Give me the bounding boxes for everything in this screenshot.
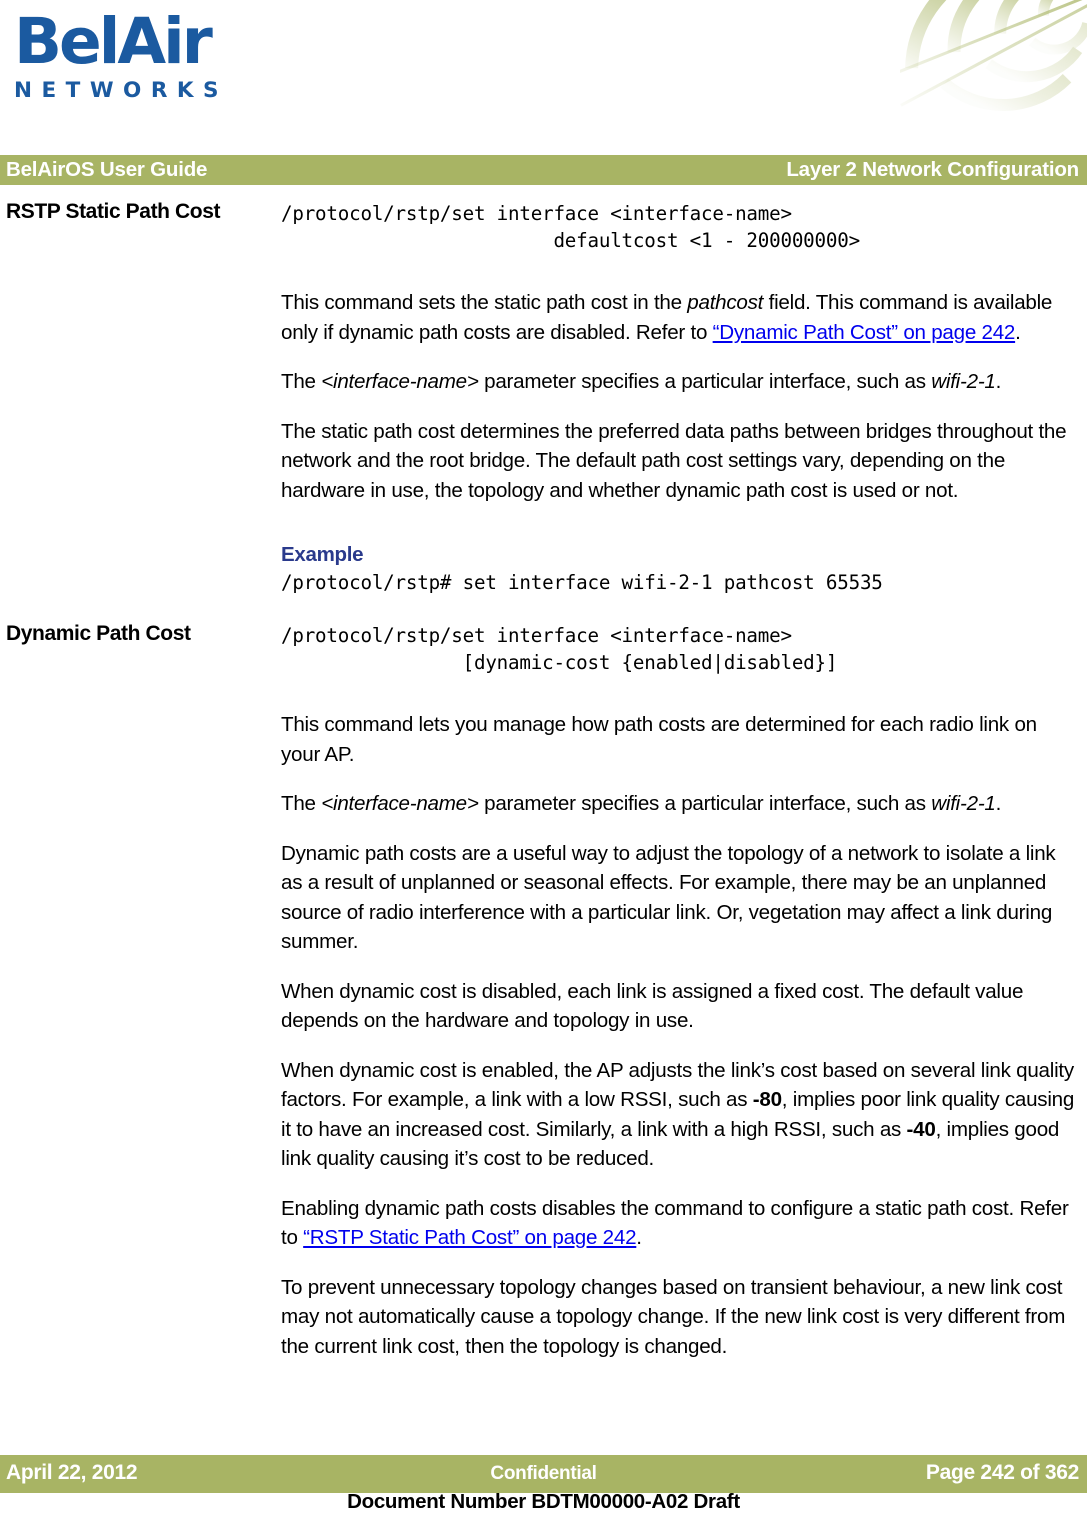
text-fragment: .: [995, 370, 1002, 393]
paragraph-transient-behaviour: To prevent unnecessary topology changes …: [281, 1275, 1066, 1358]
italic-wifi-2-1: wifi-2-1: [931, 792, 996, 815]
paragraph-dynamic-cost-enabled: When dynamic cost is enabled, the AP adj…: [281, 1056, 1081, 1174]
section-rstp-static-path-cost: RSTP Static Path Cost /protocol/rstp/set…: [0, 200, 1087, 596]
paragraph-static-path-cost-details: The static path cost determines the pref…: [281, 419, 1067, 502]
header-document-title: BelAirOS User Guide: [6, 158, 208, 181]
footer-document-number: Document Number BDTM00000-A02 Draft: [347, 1490, 740, 1513]
logo-wordmark: BelAir: [14, 5, 213, 78]
section-body-rstp-static-path-cost: /protocol/rstp/set interface <interface-…: [281, 200, 1081, 596]
paragraph-interface-name-param-1: The <interface-name> parameter specifies…: [281, 367, 1081, 397]
italic-interface-name: <interface-name>: [321, 792, 479, 815]
text-fragment: .: [636, 1226, 642, 1249]
text-fragment: The: [281, 370, 322, 393]
running-header-bar: BelAirOS User Guide Layer 2 Network Conf…: [0, 155, 1087, 185]
text-fragment: .: [995, 792, 1002, 815]
paragraph-dynamic-cost-disabled: When dynamic cost is disabled, each link…: [281, 979, 1024, 1033]
running-footer-bar: April 22, 2012 Confidential Page 242 of …: [0, 1455, 1087, 1493]
page-masthead: BelAir NETWORKS: [0, 0, 1087, 155]
rssi-high-value: -40: [906, 1117, 936, 1141]
logo-subtitle: NETWORKS: [14, 77, 229, 103]
footer-classification: Confidential: [490, 1463, 597, 1484]
text-fragment: parameter specifies a particular interfa…: [478, 792, 932, 815]
section-dynamic-path-cost: Dynamic Path Cost /protocol/rstp/set int…: [0, 622, 1087, 1361]
text-fragment: parameter specifies a particular interfa…: [478, 370, 932, 393]
paragraph-dynamic-usefulness: Dynamic path costs are a useful way to a…: [281, 841, 1056, 954]
footer-page-number: Page 242 of 362: [925, 1461, 1079, 1484]
example-code-block-rstp: /protocol/rstp# set interface wifi-2-1 p…: [281, 571, 883, 594]
belair-networks-logo: BelAir NETWORKS: [14, 5, 229, 103]
xref-dynamic-path-cost-link[interactable]: “Dynamic Path Cost” on page 242: [713, 321, 1016, 344]
paragraph-interface-name-param-2: The <interface-name> parameter specifies…: [281, 789, 1081, 819]
paragraph-static-path-cost-intro: This command sets the static path cost i…: [281, 288, 1081, 347]
section-heading-dynamic-path-cost: Dynamic Path Cost: [6, 622, 191, 645]
paragraph-enabling-disables-static: Enabling dynamic path costs disables the…: [281, 1194, 1081, 1253]
italic-interface-name: <interface-name>: [321, 370, 479, 393]
text-fragment: The: [281, 792, 322, 815]
example-heading: Example: [281, 543, 364, 566]
section-heading-rstp-static-path-cost: RSTP Static Path Cost: [6, 200, 221, 223]
paragraph-dynamic-intro: This command lets you manage how path co…: [281, 713, 1037, 766]
command-syntax-block-dynamic-cost: /protocol/rstp/set interface <interface-…: [281, 624, 838, 674]
italic-pathcost: pathcost: [687, 291, 764, 314]
command-syntax-block-rstp: /protocol/rstp/set interface <interface-…: [281, 202, 860, 252]
header-chapter-title: Layer 2 Network Configuration: [786, 158, 1079, 181]
text-fragment: This command sets the static path cost i…: [281, 291, 688, 314]
section-body-dynamic-path-cost: /protocol/rstp/set interface <interface-…: [281, 622, 1081, 1361]
italic-wifi-2-1: wifi-2-1: [931, 370, 996, 393]
page-content: RSTP Static Path Cost /protocol/rstp/set…: [0, 200, 1087, 1361]
xref-rstp-static-path-cost-link[interactable]: “RSTP Static Path Cost” on page 242: [303, 1226, 636, 1249]
rssi-low-value: -80: [752, 1088, 782, 1111]
wireless-waves-decoration-icon: [900, 0, 1087, 155]
text-fragment: .: [1015, 320, 1021, 344]
